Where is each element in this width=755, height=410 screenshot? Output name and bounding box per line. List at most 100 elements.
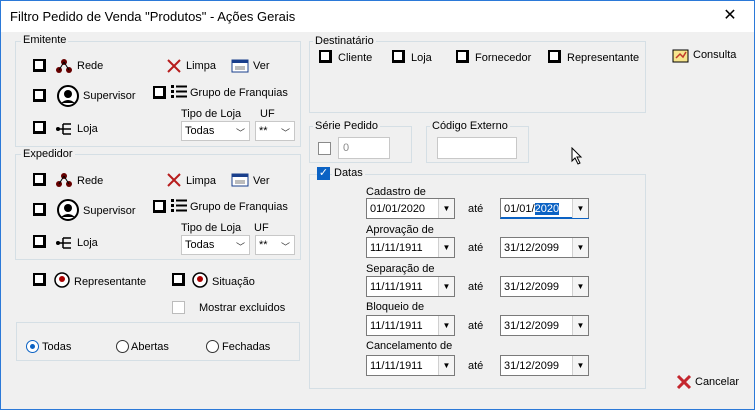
radio-todas[interactable]: [26, 340, 39, 353]
emitente-loja-label: Loja: [77, 123, 98, 135]
cancelamento-from-date[interactable]: 11/11/1911 ▼: [366, 355, 455, 376]
destinatario-fornecedor-checkbox[interactable]: [456, 50, 469, 63]
cancelamento-to-date[interactable]: 31/12/2099 ▼: [500, 355, 589, 376]
chevron-down-icon: ﹀: [280, 128, 290, 138]
cancelamento-label: Cancelamento de: [366, 340, 453, 352]
emitente-loja-checkbox[interactable]: [33, 121, 46, 134]
aprovacao-to-date[interactable]: 31/12/2099 ▼: [500, 237, 589, 258]
destinatario-cliente-label: Cliente: [338, 52, 373, 64]
radio-abertas[interactable]: [116, 340, 129, 353]
tree-icon: [56, 123, 71, 135]
aprovacao-ate: até: [468, 242, 484, 254]
expedidor-rede-checkbox[interactable]: [33, 173, 46, 186]
network-icon: [56, 173, 72, 187]
bloqueio-from-date[interactable]: 11/11/1911 ▼: [366, 315, 455, 336]
codigo-input[interactable]: [437, 137, 517, 159]
consulta-button[interactable]: Consulta: [672, 48, 744, 66]
chevron-down-icon: ▼: [438, 199, 454, 218]
chevron-down-icon: ﹀: [280, 242, 290, 252]
expedidor-label: Expedidor: [21, 148, 75, 160]
cadastro-ate: até: [468, 203, 484, 215]
list-icon: [171, 199, 187, 212]
radio-todas-label: Todas: [42, 341, 72, 353]
datas-label: Datas: [332, 167, 365, 179]
destinatario-cliente-checkbox[interactable]: [319, 50, 332, 63]
expedidor-loja-label: Loja: [77, 237, 98, 249]
person-icon: [192, 272, 208, 288]
bloqueio-to-date[interactable]: 31/12/2099 ▼: [500, 315, 589, 336]
emitente-supervisor-label: Supervisor: [83, 90, 136, 102]
person-icon: [54, 272, 70, 288]
cadastro-to-date[interactable]: 01/01/2020 ▼: [500, 198, 589, 219]
aprovacao-from-date[interactable]: 11/11/1911 ▼: [366, 237, 455, 258]
codigo-label: Código Externo: [430, 120, 510, 132]
person-icon: [57, 199, 79, 221]
datas-checkbox[interactable]: ✓: [317, 167, 330, 180]
expedidor-limpa-button[interactable]: Limpa: [186, 175, 216, 187]
consulta-icon: [672, 49, 689, 63]
destinatario-loja-checkbox[interactable]: [392, 50, 405, 63]
cancel-x-icon: [676, 374, 692, 390]
destinatario-representante-label: Representante: [567, 52, 640, 64]
chevron-down-icon: ▼: [572, 316, 588, 335]
chevron-down-icon: ▼: [572, 277, 588, 296]
cancelamento-ate: até: [468, 360, 484, 372]
emitente-tipo-loja-label: Tipo de Loja: [181, 108, 242, 120]
list-icon: [171, 85, 187, 98]
emitente-ver-button[interactable]: Ver: [253, 60, 270, 72]
separacao-from-date[interactable]: 11/11/1911 ▼: [366, 276, 455, 297]
cadastro-from-date[interactable]: 01/01/2020 ▼: [366, 198, 455, 219]
tree-icon: [56, 237, 71, 249]
emitente-tipo-loja-select[interactable]: Todas ﹀: [181, 121, 250, 141]
chevron-down-icon: ▼: [438, 356, 454, 375]
view-window-icon[interactable]: [231, 172, 249, 188]
serie-input[interactable]: 0: [338, 137, 390, 159]
emitente-rede-label: Rede: [77, 60, 104, 72]
expedidor-uf-label: UF: [254, 222, 269, 234]
radio-fechadas-label: Fechadas: [222, 341, 271, 353]
emitente-supervisor-checkbox[interactable]: [33, 89, 46, 102]
title-bar: Filtro Pedido de Venda "Produtos" - Açõe…: [1, 1, 754, 32]
chevron-down-icon: ▼: [438, 238, 454, 257]
emitente-uf-select[interactable]: ** ﹀: [255, 121, 295, 141]
chevron-down-icon: ﹀: [235, 128, 245, 138]
serie-checkbox[interactable]: [318, 142, 331, 155]
bloqueio-label: Bloqueio de: [366, 301, 425, 313]
separacao-ate: até: [468, 281, 484, 293]
expedidor-rede-label: Rede: [77, 175, 104, 187]
bloqueio-ate: até: [468, 320, 484, 332]
emitente-rede-checkbox[interactable]: [33, 59, 46, 72]
destinatario-label: Destinatário: [313, 35, 376, 47]
aprovacao-label: Aprovação de: [366, 224, 434, 236]
mostrar-excluidos-checkbox[interactable]: [172, 301, 185, 314]
close-button[interactable]: ✕: [707, 2, 753, 30]
serie-label: Série Pedido: [313, 120, 380, 132]
separacao-label: Separação de: [366, 263, 435, 275]
window-title: Filtro Pedido de Venda "Produtos" - Açõe…: [10, 9, 296, 24]
separacao-to-date[interactable]: 31/12/2099 ▼: [500, 276, 589, 297]
expedidor-tipo-loja-select[interactable]: Todas ﹀: [181, 235, 250, 255]
destinatario-representante-checkbox[interactable]: [548, 50, 561, 63]
cancelar-button[interactable]: Cancelar: [676, 374, 744, 392]
situacao-checkbox[interactable]: [172, 273, 185, 286]
representante-checkbox[interactable]: [33, 273, 46, 286]
emitente-limpa-button[interactable]: Limpa: [186, 60, 216, 72]
expedidor-grupo-checkbox[interactable]: [153, 200, 166, 213]
clear-x-icon[interactable]: [165, 172, 183, 188]
chevron-down-icon: ﹀: [235, 242, 245, 252]
expedidor-uf-select[interactable]: ** ﹀: [255, 235, 295, 255]
view-window-icon[interactable]: [231, 58, 249, 74]
emitente-grupo-label: Grupo de Franquias: [190, 87, 288, 99]
expedidor-supervisor-checkbox[interactable]: [33, 203, 46, 216]
clear-x-icon[interactable]: [165, 58, 183, 74]
expedidor-ver-button[interactable]: Ver: [253, 175, 270, 187]
emitente-grupo-checkbox[interactable]: [153, 86, 166, 99]
situacao-label: Situação: [212, 276, 255, 288]
radio-abertas-label: Abertas: [131, 341, 169, 353]
expedidor-loja-checkbox[interactable]: [33, 235, 46, 248]
radio-fechadas[interactable]: [206, 340, 219, 353]
chevron-down-icon: ▼: [438, 277, 454, 296]
representante-label: Representante: [74, 276, 147, 288]
mostrar-excluidos-label: Mostrar excluidos: [199, 302, 286, 314]
expedidor-grupo-label: Grupo de Franquias: [190, 201, 288, 213]
